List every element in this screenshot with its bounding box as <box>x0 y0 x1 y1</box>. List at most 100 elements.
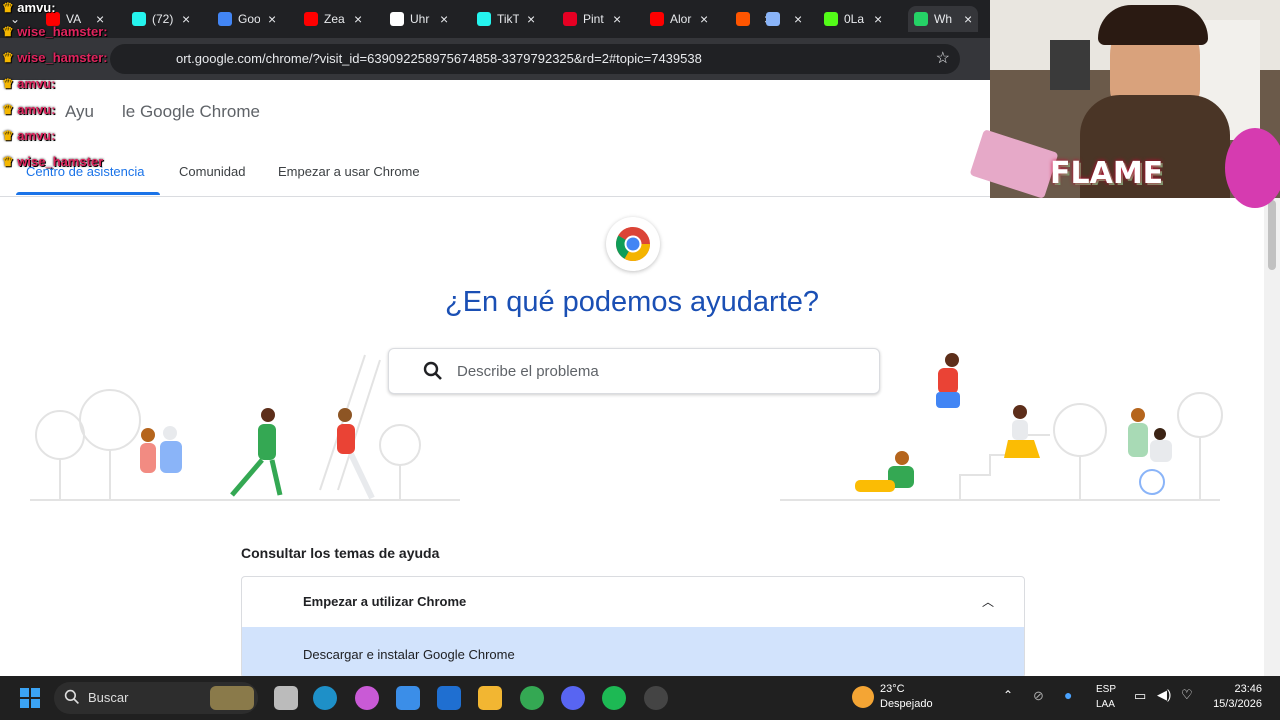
crown-badge-icon: ♛ <box>2 50 18 65</box>
crown-badge-icon: ♛ <box>2 76 18 91</box>
browser-tab[interactable]: × <box>766 6 802 32</box>
browser-tab[interactable]: Alor × <box>650 6 708 32</box>
crown-badge-icon: ♛ <box>2 128 18 143</box>
tab-title: Alor <box>670 12 692 26</box>
chat-message: ♛ wise_hamster: <box>2 24 108 40</box>
tab-get-started[interactable]: Empezar a usar Chrome <box>278 164 420 179</box>
security-icon[interactable]: ♡ <box>1181 687 1193 703</box>
gemini-icon <box>218 12 232 26</box>
topics-heading: Consultar los temas de ayuda <box>241 545 440 561</box>
tiktok-icon <box>477 12 491 26</box>
close-icon[interactable]: × <box>700 11 708 27</box>
microphone-icon[interactable]: ● <box>1064 687 1072 703</box>
monitor-icon <box>766 12 780 26</box>
active-tab-indicator <box>16 192 160 195</box>
close-icon[interactable]: × <box>354 11 362 27</box>
url-text[interactable]: ort.google.com/chrome/?visit_id=63909225… <box>176 51 702 66</box>
crown-badge-icon: ♛ <box>2 0 18 15</box>
browser-tab[interactable]: Zea × <box>304 6 362 32</box>
tab-title: Pint <box>583 12 604 26</box>
keyboard-layout[interactable]: LAA <box>1096 699 1115 710</box>
close-icon[interactable]: × <box>440 11 448 27</box>
chat-message: ♛ amvu: <box>2 0 56 16</box>
search-highlight-icon <box>210 686 254 710</box>
chat-message: ♛ amvu: <box>2 128 56 144</box>
tab-title: Wh <box>934 12 952 26</box>
chat-username: wise_hamster: <box>17 24 108 39</box>
network-off-icon[interactable]: ⊘ <box>1033 688 1044 704</box>
chevron-up-icon[interactable]: ︿ <box>982 593 994 610</box>
file-explorer-icon[interactable] <box>478 686 502 710</box>
help-search-box[interactable] <box>388 348 880 394</box>
input-language[interactable]: ESP <box>1096 684 1116 695</box>
close-icon[interactable]: × <box>268 11 276 27</box>
chat-username: amvu: <box>17 0 56 15</box>
browser-tab[interactable]: Wh × <box>908 6 979 32</box>
outlook-icon[interactable] <box>437 686 461 710</box>
taskbar-search-label: Buscar <box>88 690 129 705</box>
chat-username: wise_hamster: <box>17 50 108 65</box>
windows-start-icon[interactable] <box>20 688 40 708</box>
close-icon[interactable]: × <box>527 11 535 27</box>
buddha-sticker <box>1225 128 1280 208</box>
windows-taskbar: Buscar 23°C Despejado ⌃ ⊘ ● ESP LAA ▭ ◀)… <box>0 676 1280 720</box>
copilot-icon[interactable] <box>355 686 379 710</box>
topics-accordion: Empezar a utilizar Chrome ︿ Descargar e … <box>241 576 1025 678</box>
close-icon[interactable]: × <box>874 11 882 27</box>
weather-temperature[interactable]: 23°C <box>880 683 905 695</box>
chrome-icon[interactable] <box>520 686 544 710</box>
task-view-icon[interactable] <box>274 686 298 710</box>
tab-title: TikT <box>497 12 519 26</box>
chat-username: wise_hamster <box>17 154 104 169</box>
accordion-item[interactable]: Descargar e instalar Google Chrome <box>242 627 1024 677</box>
star-icon[interactable]: ☆ <box>936 48 950 68</box>
tab-title: Uhr <box>410 12 430 26</box>
browser-tab[interactable]: TikT × <box>477 6 535 32</box>
youtube-icon <box>650 12 664 26</box>
close-icon[interactable]: × <box>964 11 972 27</box>
edge-icon[interactable] <box>313 686 337 710</box>
flame-banner: FLAME <box>1050 156 1164 191</box>
taskbar-search[interactable]: Buscar <box>54 682 258 714</box>
accordion-header[interactable]: Empezar a utilizar Chrome ︿ <box>242 577 1024 627</box>
store-icon[interactable] <box>396 686 420 710</box>
kick-icon <box>824 12 838 26</box>
obs-icon[interactable] <box>644 686 668 710</box>
accordion-item-label: Descargar e instalar Google Chrome <box>303 647 515 662</box>
chat-message: ♛ wise_hamster: <box>2 50 108 66</box>
chat-message: ♛ amvu: <box>2 76 56 92</box>
close-icon[interactable]: × <box>182 11 190 27</box>
scrollbar-thumb[interactable] <box>1268 200 1276 270</box>
chat-username: amvu: <box>17 102 56 117</box>
browser-tab[interactable]: Pint × <box>563 6 621 32</box>
address-bar[interactable]: ort.google.com/chrome/?visit_id=63909225… <box>110 44 960 74</box>
tab-title: Goo <box>238 12 260 26</box>
close-icon[interactable]: × <box>794 11 802 27</box>
volume-icon[interactable]: ◀) <box>1157 687 1171 703</box>
display-icon[interactable]: ▭ <box>1134 688 1146 704</box>
crown-badge-icon: ♛ <box>2 24 18 39</box>
discord-icon[interactable] <box>561 686 585 710</box>
search-input[interactable] <box>455 357 859 385</box>
youtube-icon <box>304 12 318 26</box>
genius-icon <box>390 12 404 26</box>
chat-username: amvu: <box>17 128 56 143</box>
weather-icon[interactable] <box>852 686 874 708</box>
tab-community[interactable]: Comunidad <box>179 164 246 179</box>
tab-title: 0La <box>844 12 865 26</box>
close-icon[interactable]: × <box>613 11 621 27</box>
soundcloud-icon <box>736 12 750 26</box>
browser-tab[interactable]: 0La × <box>824 6 882 32</box>
spotify-icon[interactable] <box>602 686 626 710</box>
search-icon <box>423 361 443 386</box>
clock-time[interactable]: 23:46 <box>1212 683 1262 695</box>
stream-chat-overlay: ♛ amvu: ♛ wise_hamster: ♛ wise_hamster: ♛ a… <box>0 0 180 175</box>
crown-badge-icon: ♛ <box>2 102 18 117</box>
clock-date[interactable]: 15/3/2026 <box>1200 698 1262 710</box>
pinterest-icon <box>563 12 577 26</box>
browser-tab[interactable]: Goo × <box>218 6 276 32</box>
browser-tab[interactable]: Uhr × <box>390 6 448 32</box>
whatsapp-icon <box>914 12 928 26</box>
chevron-up-icon[interactable]: ⌃ <box>1003 688 1013 702</box>
weather-description[interactable]: Despejado <box>880 698 933 710</box>
